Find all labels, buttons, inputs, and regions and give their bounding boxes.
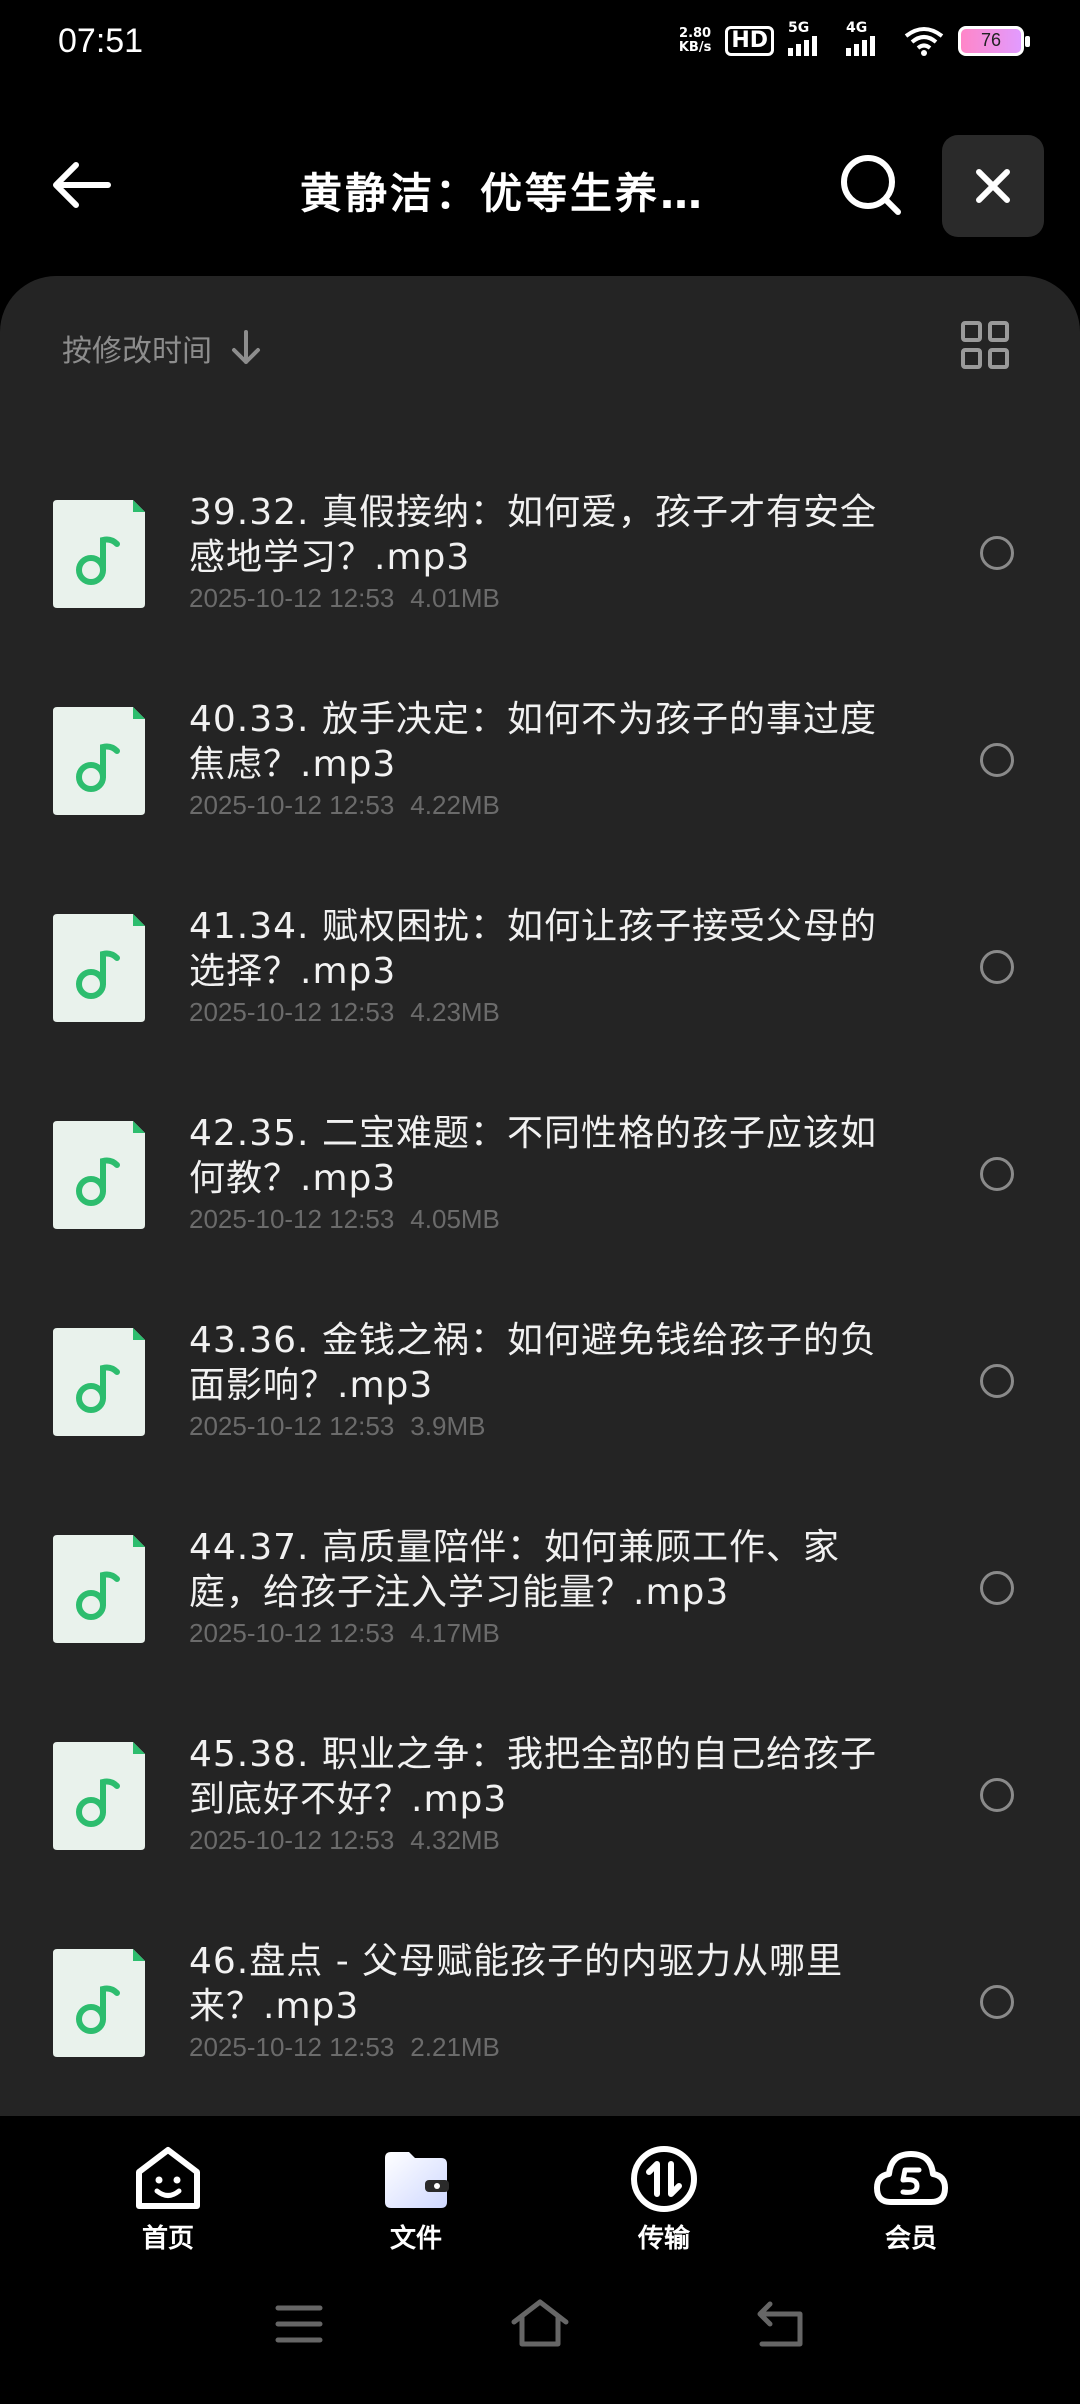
file-size: 4.32MB <box>410 1825 500 1855</box>
file-row[interactable]: 43.36. 金钱之祸：如何避免钱给孩子的负面影响？.mp3 2025-10-1… <box>0 1320 1080 1535</box>
close-button[interactable] <box>942 135 1044 237</box>
audio-file-icon <box>53 1949 145 2057</box>
select-radio[interactable] <box>980 1985 1014 2019</box>
file-date: 2025-10-12 12:53 <box>189 1411 395 1441</box>
5g-signal-icon: 5G <box>788 20 832 56</box>
home-icon[interactable] <box>510 2298 570 2348</box>
file-name: 40.33. 放手决定：如何不为孩子的事过度焦虑？.mp3 <box>189 699 877 785</box>
file-date: 2025-10-12 12:53 <box>189 1204 395 1234</box>
folder-icon <box>385 2152 449 2208</box>
file-meta: 2025-10-12 12:53 2.21MB <box>189 2032 500 2063</box>
top-bar: 黄静洁：优等生养… <box>0 130 1080 240</box>
file-meta: 2025-10-12 12:53 4.23MB <box>189 997 500 1028</box>
page-title: 黄静洁：优等生养… <box>300 169 706 218</box>
arrow-down-icon <box>232 330 260 364</box>
audio-file-icon <box>53 1121 145 1229</box>
status-time: 07:51 <box>58 22 144 60</box>
file-row[interactable]: 41.34. 赋权困扰：如何让孩子接受父母的选择？.mp3 2025-10-12… <box>0 906 1080 1121</box>
back-icon[interactable] <box>752 2300 806 2348</box>
system-nav-bar <box>0 2266 1080 2404</box>
file-date: 2025-10-12 12:53 <box>189 790 395 820</box>
file-size: 4.17MB <box>410 1618 500 1648</box>
audio-file-icon <box>53 914 145 1022</box>
hd-icon: HD <box>725 26 774 56</box>
file-name: 39.32. 真假接纳：如何爱，孩子才有安全感地学习？.mp3 <box>189 492 877 578</box>
file-meta: 2025-10-12 12:53 4.32MB <box>189 1825 500 1856</box>
file-row[interactable]: 44.37. 高质量陪伴：如何兼顾工作、家庭，给孩子注入学习能量？.mp3 20… <box>0 1527 1080 1742</box>
file-name: 42.35. 二宝难题：不同性格的孩子应该如何教？.mp3 <box>189 1113 877 1199</box>
file-meta: 2025-10-12 12:53 3.9MB <box>189 1411 485 1442</box>
file-name: 46.盘点 - 父母赋能孩子的内驱力从哪里来？.mp3 <box>189 1941 844 2027</box>
audio-file-icon <box>53 1535 145 1643</box>
status-bar: 07:51 2.80 KB/s HD 5G 4G 76 <box>0 0 1080 90</box>
file-row[interactable]: 40.33. 放手决定：如何不为孩子的事过度焦虑？.mp3 2025-10-12… <box>0 699 1080 914</box>
nav-label: 会员 <box>884 2224 937 2254</box>
select-radio[interactable] <box>980 1364 1014 1398</box>
sort-control[interactable]: 按修改时间 <box>62 326 262 370</box>
bottom-nav: 首页 文件 传输 会员 <box>0 2116 1080 2266</box>
nav-label: 首页 <box>141 2224 194 2254</box>
select-radio[interactable] <box>980 536 1014 570</box>
audio-file-icon <box>53 707 145 815</box>
grid-view-icon[interactable] <box>960 320 1010 370</box>
close-icon <box>976 169 1010 203</box>
file-date: 2025-10-12 12:53 <box>189 1618 395 1648</box>
select-radio[interactable] <box>980 950 1014 984</box>
select-radio[interactable] <box>980 1778 1014 1812</box>
wifi-icon <box>904 27 944 56</box>
file-name: 43.36. 金钱之祸：如何避免钱给孩子的负面影响？.mp3 <box>189 1320 877 1406</box>
file-meta: 2025-10-12 12:53 4.17MB <box>189 1618 500 1649</box>
search-icon[interactable] <box>838 152 904 218</box>
nav-vip[interactable]: 会员 <box>846 2144 976 2255</box>
nav-home[interactable]: 首页 <box>103 2144 233 2255</box>
file-date: 2025-10-12 12:53 <box>189 1825 395 1855</box>
home-face-icon <box>136 2147 200 2209</box>
file-date: 2025-10-12 12:53 <box>189 997 395 1027</box>
audio-file-icon <box>53 500 145 608</box>
file-meta: 2025-10-12 12:53 4.22MB <box>189 790 500 821</box>
sort-label: 按修改时间 <box>62 334 212 369</box>
nav-files[interactable]: 文件 <box>351 2144 481 2255</box>
status-icons: 2.80 KB/s HD 5G 4G 76 <box>678 20 1030 56</box>
4g-signal-icon: 4G <box>846 20 890 56</box>
file-date: 2025-10-12 12:53 <box>189 583 395 613</box>
file-size: 2.21MB <box>410 2032 500 2062</box>
file-size: 3.9MB <box>410 1411 486 1441</box>
file-row[interactable]: 42.35. 二宝难题：不同性格的孩子应该如何教？.mp3 2025-10-12… <box>0 1113 1080 1328</box>
file-meta: 2025-10-12 12:53 4.05MB <box>189 1204 500 1235</box>
select-radio[interactable] <box>980 743 1014 777</box>
nav-label: 文件 <box>389 2224 442 2254</box>
select-radio[interactable] <box>980 1157 1014 1191</box>
file-size: 4.01MB <box>410 583 500 613</box>
file-row[interactable]: 46.盘点 - 父母赋能孩子的内驱力从哪里来？.mp3 2025-10-12 1… <box>0 1941 1080 2116</box>
vip-cloud-icon <box>874 2151 948 2205</box>
network-speed: 2.80 KB/s <box>678 26 712 55</box>
audio-file-icon <box>53 1742 145 1850</box>
file-meta: 2025-10-12 12:53 4.01MB <box>189 583 500 614</box>
transfer-icon <box>631 2146 697 2212</box>
file-name: 45.38. 职业之争：我把全部的自己给孩子到底好不好？.mp3 <box>189 1734 877 1820</box>
recent-apps-icon[interactable] <box>274 2302 324 2346</box>
file-size: 4.05MB <box>410 1204 500 1234</box>
file-name: 44.37. 高质量陪伴：如何兼顾工作、家庭，给孩子注入学习能量？.mp3 <box>189 1527 840 1613</box>
file-name: 41.34. 赋权困扰：如何让孩子接受父母的选择？.mp3 <box>189 906 877 992</box>
file-list-panel: 按修改时间 39.32. 真假接纳：如何爱，孩子才有安全感地学习？.mp3 20… <box>0 276 1080 2116</box>
file-size: 4.22MB <box>410 790 500 820</box>
battery-icon: 76 <box>958 26 1030 56</box>
nav-transfer[interactable]: 传输 <box>599 2144 729 2255</box>
file-row[interactable]: 39.32. 真假接纳：如何爱，孩子才有安全感地学习？.mp3 2025-10-… <box>0 492 1080 707</box>
select-radio[interactable] <box>980 1571 1014 1605</box>
audio-file-icon <box>53 1328 145 1436</box>
back-arrow-icon[interactable] <box>48 152 114 218</box>
file-row[interactable]: 45.38. 职业之争：我把全部的自己给孩子到底好不好？.mp3 2025-10… <box>0 1734 1080 1949</box>
file-date: 2025-10-12 12:53 <box>189 2032 395 2062</box>
nav-label: 传输 <box>637 2224 690 2254</box>
file-size: 4.23MB <box>410 997 500 1027</box>
